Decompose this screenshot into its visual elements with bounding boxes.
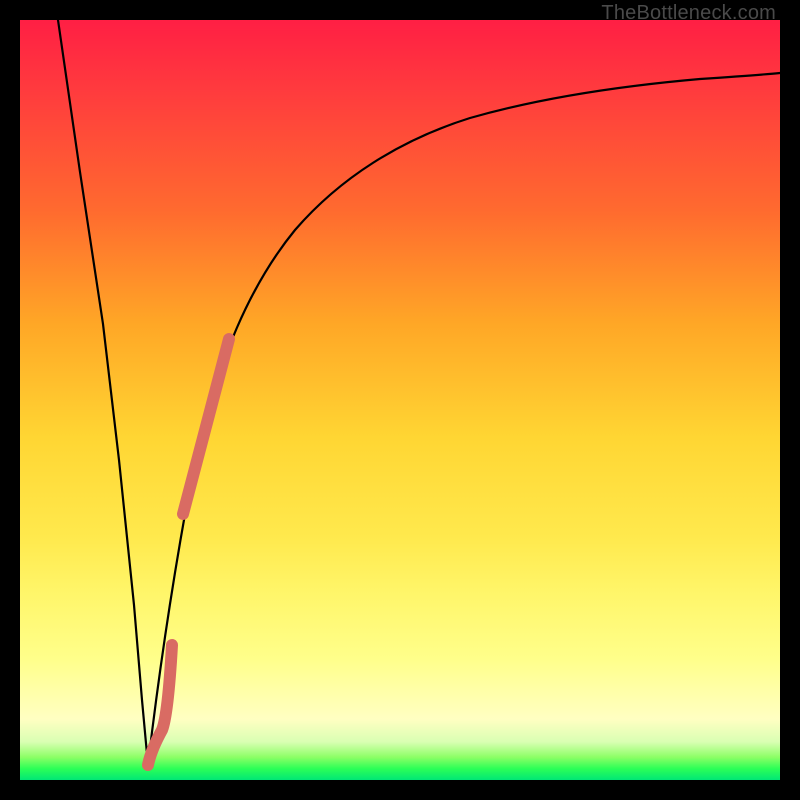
curve-left-branch [58, 20, 148, 765]
plot-area [20, 20, 780, 780]
chart-frame: TheBottleneck.com [0, 0, 800, 800]
watermark-text: TheBottleneck.com [601, 2, 776, 25]
overlay-highlight-segment [183, 339, 229, 514]
curve-layer [20, 20, 780, 780]
curve-right-branch [148, 73, 780, 765]
overlay-vertex-hook [148, 645, 172, 765]
